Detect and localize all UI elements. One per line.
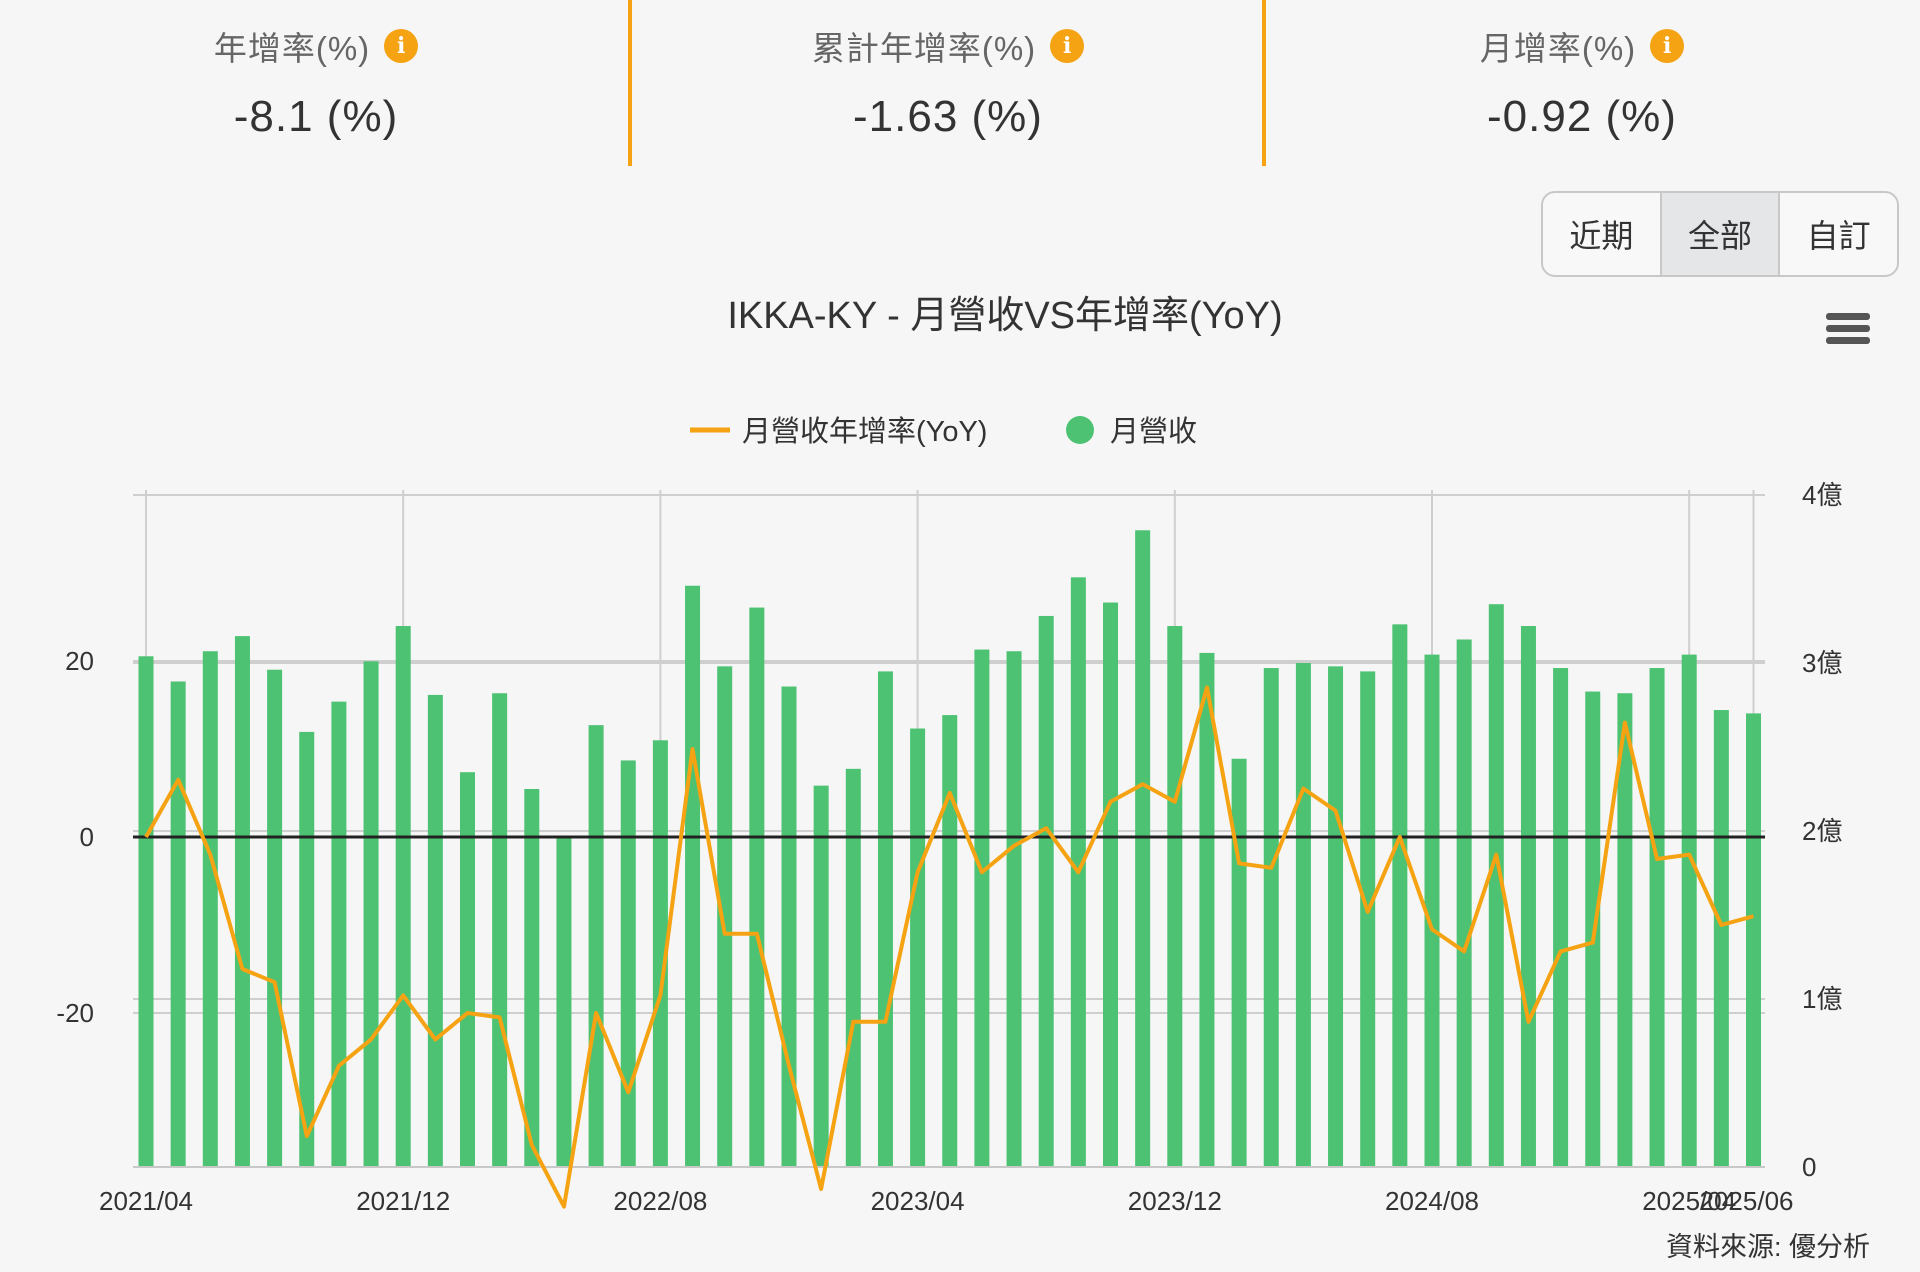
revenue-bar — [395, 626, 411, 1167]
legend-label-revenue[interactable]: 月營收 — [1110, 415, 1197, 448]
chart: IKKA-KY - 月營收VS年增率(YoY) 月營收年增率(YoY) 月營收 … — [56, 295, 1870, 1262]
range-button-group: 近期 全部 自訂 — [1541, 191, 1899, 277]
y-left-tick-label: 0 — [80, 822, 94, 852]
x-tick-label: 2023/12 — [1128, 1186, 1222, 1216]
revenue-bar — [877, 671, 893, 1167]
range-button-all[interactable]: 全部 — [1661, 193, 1781, 275]
revenue-bar — [781, 686, 797, 1167]
revenue-bar — [1263, 668, 1279, 1167]
kpi-label: 月增率(%) — [1479, 30, 1637, 67]
kpi-mom: 月增率(%) i -0.92 (%) — [1266, 0, 1898, 170]
revenue-bar — [1167, 626, 1183, 1167]
revenue-bar — [749, 607, 765, 1167]
kpi-label-row: 年增率(%) i — [213, 22, 419, 70]
x-tick-label: 2023/04 — [871, 1186, 965, 1216]
y-right-tick-label: 2億 — [1802, 816, 1842, 846]
y-right-tick-label: 0 — [1802, 1152, 1816, 1182]
revenue-bar — [427, 694, 443, 1167]
revenue-bar — [138, 656, 154, 1167]
revenue-bar — [717, 666, 733, 1167]
kpi-label-row: 月增率(%) i — [1479, 22, 1685, 70]
revenue-bar — [1295, 663, 1311, 1167]
revenue-bar — [588, 725, 604, 1167]
range-button-custom[interactable]: 自訂 — [1780, 193, 1897, 275]
bar-series — [138, 530, 1761, 1167]
x-tick-label: 2021/04 — [99, 1186, 193, 1216]
revenue-bar — [1199, 652, 1215, 1167]
info-icon[interactable]: i — [1050, 29, 1085, 63]
revenue-bar — [1103, 602, 1118, 1167]
revenue-bar — [1456, 639, 1472, 1167]
kpi-value: -0.92 (%) — [1487, 92, 1677, 141]
source-text: 資料來源: 優分析 — [1666, 1232, 1870, 1262]
revenue-bar — [1713, 710, 1729, 1167]
kpi-row: 年增率(%) i -8.1 (%) 累計年增率(%) i -1.63 (%) 月… — [0, 0, 1920, 170]
revenue-bar — [556, 837, 572, 1167]
revenue-bar — [910, 728, 926, 1167]
revenue-bar — [1360, 671, 1376, 1167]
revenue-bar — [331, 701, 347, 1167]
y-right-tick-label: 4億 — [1802, 480, 1842, 510]
revenue-bar — [1135, 530, 1151, 1167]
revenue-bar — [492, 693, 508, 1167]
revenue-bar — [1392, 624, 1408, 1167]
info-icon[interactable]: i — [384, 29, 419, 63]
kpi-label: 累計年增率(%) — [811, 30, 1037, 67]
revenue-bar — [1681, 654, 1697, 1167]
legend: 月營收年增率(YoY) 月營收 — [690, 415, 1197, 448]
range-button-recent[interactable]: 近期 — [1543, 193, 1662, 275]
legend-label-yoy[interactable]: 月營收年增率(YoY) — [742, 415, 987, 448]
revenue-bar — [202, 651, 218, 1167]
legend-dot-marker — [1066, 416, 1094, 444]
revenue-bar — [845, 768, 861, 1167]
x-tick-label: 2022/08 — [613, 1186, 707, 1216]
revenue-bar — [813, 785, 829, 1167]
y-right-tick-label: 3億 — [1802, 648, 1842, 678]
revenue-bar — [1038, 615, 1054, 1167]
revenue-bar — [1231, 758, 1247, 1167]
revenue-bar — [620, 760, 636, 1167]
x-tick-label: 2021/12 — [356, 1186, 450, 1216]
y-right-tick-label: 1億 — [1802, 984, 1842, 1014]
y-left-tick-label: -20 — [56, 998, 94, 1028]
kpi-yoy: 年增率(%) i -8.1 (%) — [0, 0, 632, 170]
revenue-bar — [1649, 668, 1665, 1167]
revenue-bar — [1006, 651, 1022, 1167]
revenue-bar — [460, 772, 475, 1167]
revenue-bar — [942, 715, 958, 1167]
revenue-bar — [1520, 626, 1536, 1167]
kpi-value: -1.63 (%) — [853, 92, 1043, 141]
kpi-label: 年增率(%) — [213, 30, 371, 67]
x-tick-label: 2025/06 — [1700, 1186, 1794, 1216]
revenue-bar — [1328, 666, 1344, 1167]
revenue-bar — [363, 661, 379, 1167]
revenue-bar — [1553, 668, 1569, 1167]
revenue-bar — [685, 585, 701, 1167]
info-icon[interactable]: i — [1650, 29, 1685, 63]
chart-title: IKKA-KY - 月營收VS年增率(YoY) — [727, 295, 1282, 337]
revenue-bar — [267, 669, 283, 1167]
revenue-bar — [974, 649, 990, 1167]
revenue-bar — [234, 636, 250, 1167]
revenue-bar — [524, 789, 540, 1167]
kpi-label-row: 累計年增率(%) i — [811, 22, 1085, 70]
y-left-tick-label: 20 — [65, 646, 94, 676]
revenue-bar — [1746, 713, 1761, 1167]
revenue-bar — [170, 681, 186, 1167]
kpi-cumulative-yoy: 累計年增率(%) i -1.63 (%) — [632, 0, 1264, 170]
kpi-value: -8.1 (%) — [233, 92, 399, 141]
x-tick-label: 2024/08 — [1385, 1186, 1479, 1216]
